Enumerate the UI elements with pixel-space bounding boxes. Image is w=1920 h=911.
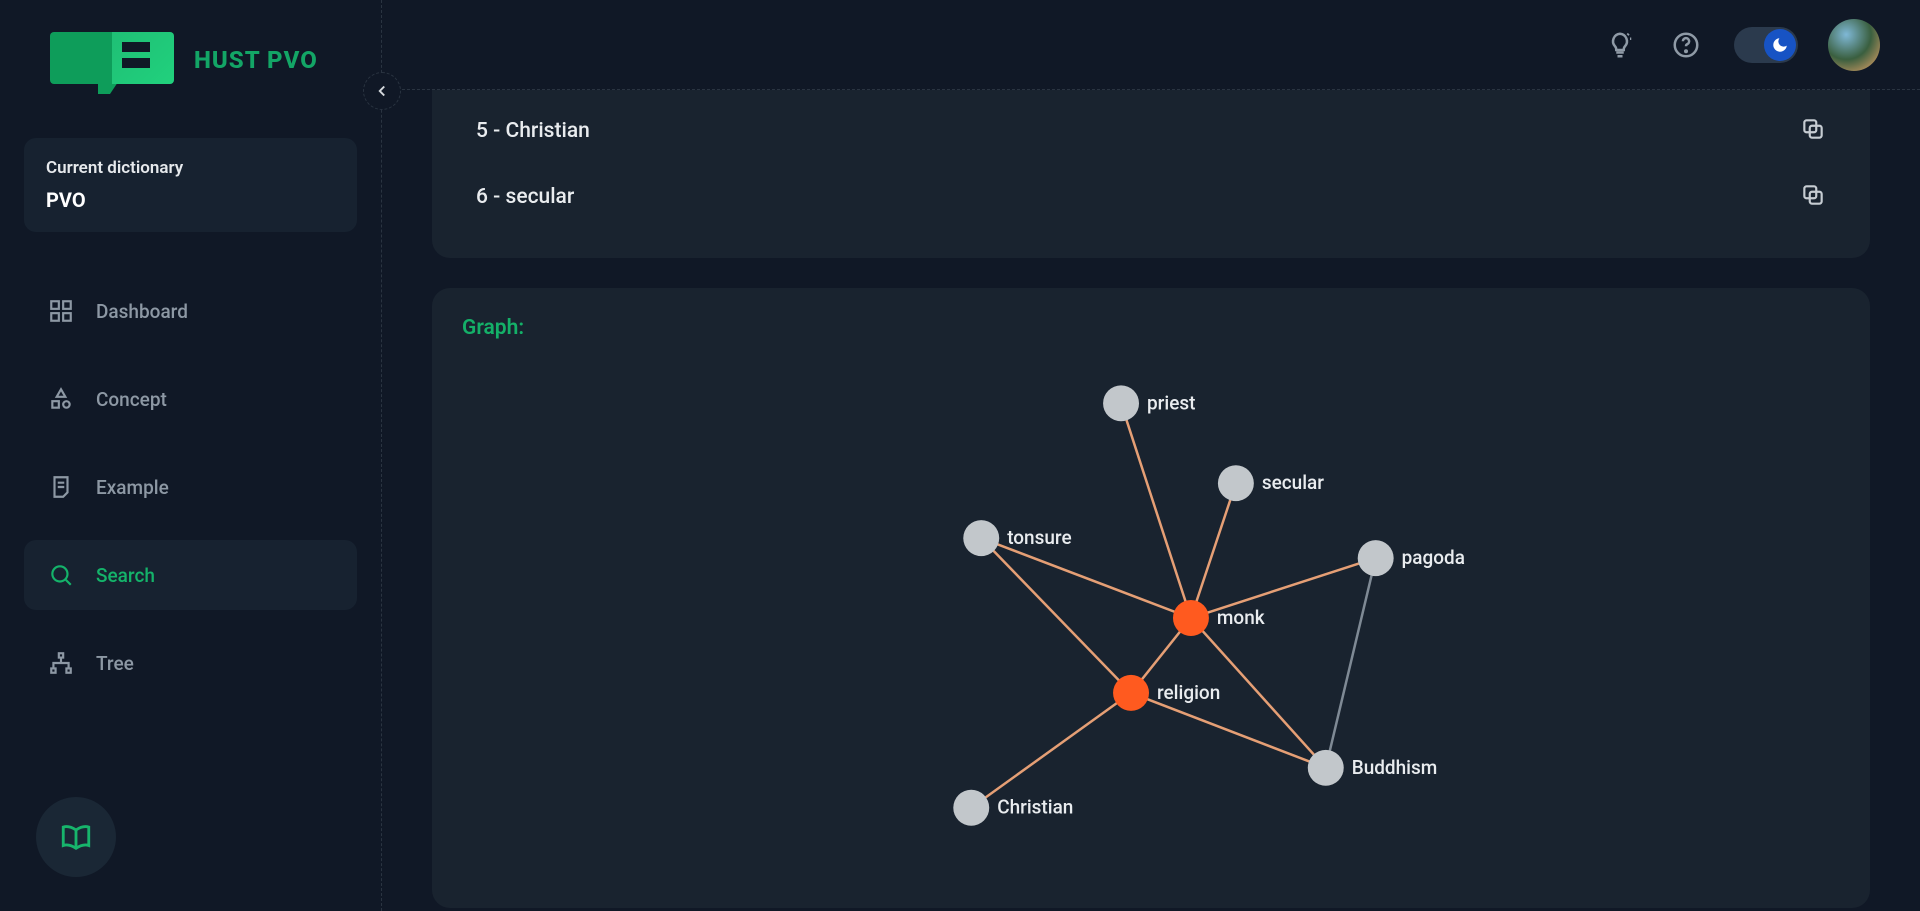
graph-node-label: monk — [1217, 606, 1265, 629]
topbar — [382, 0, 1920, 90]
graph-edge — [981, 538, 1191, 618]
book-icon — [50, 28, 180, 92]
copy-button[interactable] — [1800, 116, 1826, 146]
graph-node-label: Buddhism — [1352, 756, 1438, 779]
user-avatar[interactable] — [1828, 19, 1880, 71]
graph-node-label: pagoda — [1402, 546, 1465, 569]
sidebar-item-search[interactable]: Search — [24, 540, 357, 610]
graph-node-religion[interactable] — [1113, 675, 1149, 711]
collapse-sidebar-button[interactable] — [363, 72, 401, 110]
graph-canvas[interactable]: priest secular tonsure pagoda monk religion Bu… — [432, 348, 1870, 908]
sidebar-item-label: Concept — [96, 388, 167, 411]
graph-node-label: religion — [1157, 681, 1220, 704]
sidebar-item-label: Dashboard — [96, 300, 188, 323]
open-book-icon — [59, 820, 93, 854]
current-dictionary-value: PVO — [46, 188, 335, 212]
copy-icon — [1800, 182, 1826, 208]
graph-edge — [1326, 558, 1376, 768]
tree-icon — [48, 650, 74, 676]
result-text: 6 - secular — [476, 185, 574, 209]
search-icon — [48, 562, 74, 588]
graph-node-priest[interactable] — [1103, 385, 1139, 421]
list-item[interactable]: 5 - Christian — [476, 98, 1826, 164]
current-dictionary-card[interactable]: Current dictionary PVO — [24, 138, 357, 232]
copy-button[interactable] — [1800, 182, 1826, 212]
main-content: 5 - Christian 6 - secular Graph: priest s… — [382, 90, 1920, 911]
hints-button[interactable] — [1602, 27, 1638, 63]
app-logo[interactable]: HUST PVO — [0, 0, 381, 112]
note-icon — [48, 474, 74, 500]
sidebar-item-label: Example — [96, 476, 169, 499]
current-dictionary-label: Current dictionary — [46, 158, 335, 178]
graph-card: Graph: priest secular tonsure pagoda monk rel… — [432, 288, 1870, 908]
sidebar-item-label: Search — [96, 564, 155, 587]
graph-edge — [981, 538, 1131, 693]
graph-node-monk[interactable] — [1173, 600, 1209, 636]
lightbulb-icon — [1605, 30, 1635, 60]
graph-node-tonsure[interactable] — [963, 520, 999, 556]
graph-node-secular[interactable] — [1218, 465, 1254, 501]
help-icon — [1671, 30, 1701, 60]
sidebar-item-label: Tree — [96, 652, 134, 675]
theme-toggle[interactable] — [1734, 27, 1798, 63]
graph-node-christian[interactable] — [953, 790, 989, 826]
graph-title: Graph: — [462, 316, 1840, 340]
graph-edge — [1191, 483, 1236, 618]
sidebar-nav: Dashboard Concept Example Search Tree — [0, 258, 381, 734]
sidebar-item-tree[interactable]: Tree — [24, 628, 357, 698]
dashboard-icon — [48, 298, 74, 324]
results-list: 5 - Christian 6 - secular — [432, 90, 1870, 258]
list-item[interactable]: 6 - secular — [476, 164, 1826, 230]
theme-knob — [1764, 29, 1796, 61]
moon-icon — [1771, 36, 1789, 54]
graph-node-label: Christian — [997, 796, 1073, 819]
shapes-icon — [48, 386, 74, 412]
app-name: HUST PVO — [194, 46, 318, 74]
sidebar-item-concept[interactable]: Concept — [24, 364, 357, 434]
sidebar-item-example[interactable]: Example — [24, 452, 357, 522]
sidebar: HUST PVO Current dictionary PVO Dashboar… — [0, 0, 382, 911]
graph-node-label: secular — [1262, 471, 1324, 494]
copy-icon — [1800, 116, 1826, 142]
graph-node-buddhism[interactable] — [1308, 750, 1344, 786]
sidebar-item-dashboard[interactable]: Dashboard — [24, 276, 357, 346]
chevron-left-icon — [373, 82, 391, 100]
graph-edge — [1121, 403, 1191, 618]
result-text: 5 - Christian — [476, 119, 590, 143]
help-button[interactable] — [1668, 27, 1704, 63]
graph-edge — [971, 693, 1131, 808]
graph-node-pagoda[interactable] — [1358, 540, 1394, 576]
reader-fab-button[interactable] — [36, 797, 116, 877]
graph-edge — [1131, 693, 1326, 768]
graph-node-label: priest — [1147, 391, 1195, 414]
graph-node-label: tonsure — [1007, 526, 1071, 549]
